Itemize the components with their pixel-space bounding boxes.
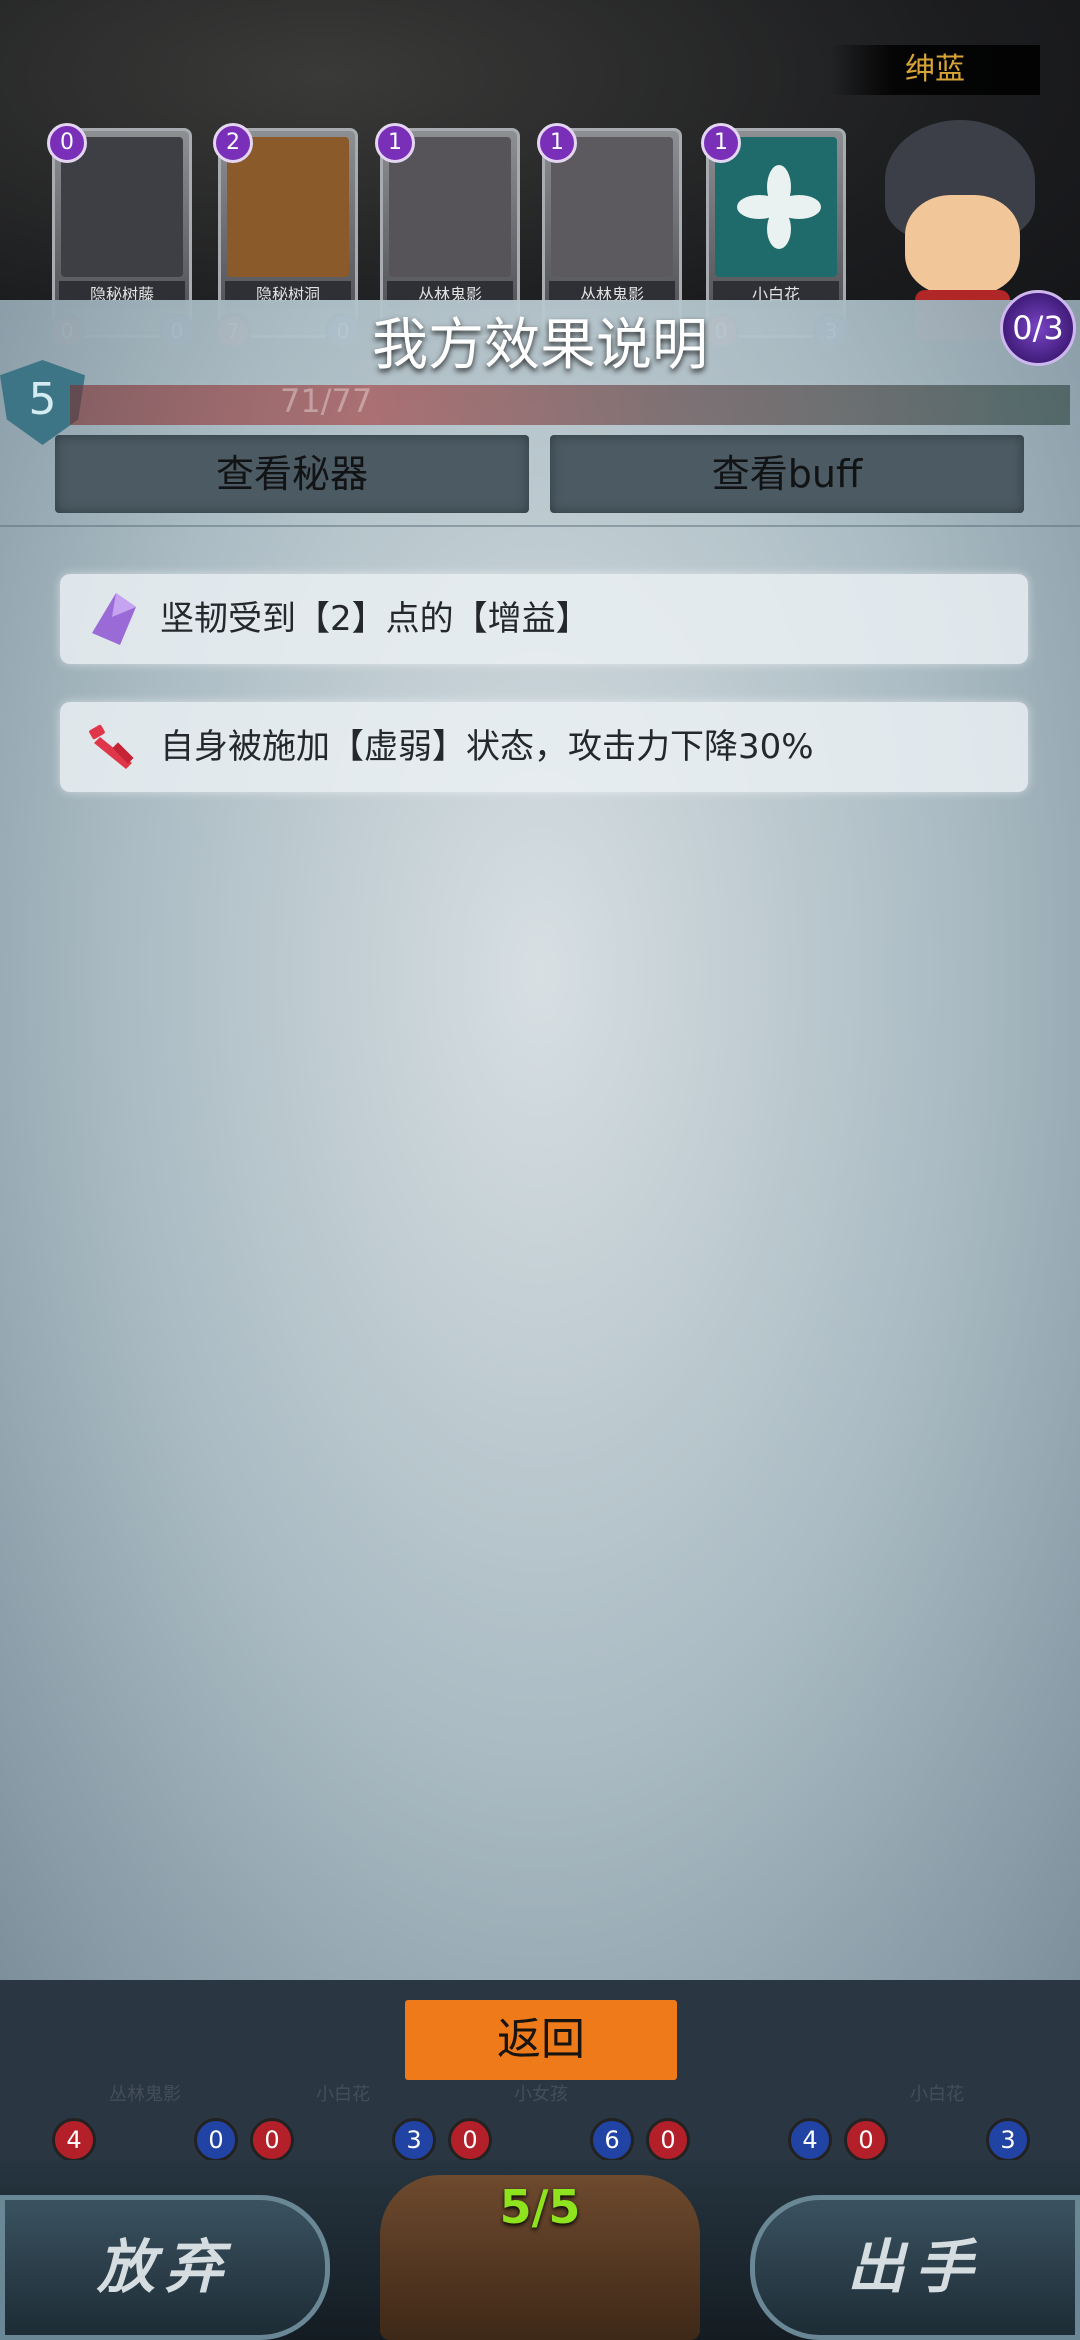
effect-text: 坚韧受到【2】点的【增益】 <box>160 599 590 639</box>
hero-face <box>905 195 1020 295</box>
hand-card-name: 小女孩 <box>514 2084 568 2105</box>
card-cost: 1 <box>537 123 577 163</box>
hand-card[interactable]: 丛林鬼影 4 0 <box>50 1980 240 2162</box>
card-health: 0 <box>194 2118 238 2162</box>
discard-button[interactable]: 放弃 <box>0 2195 330 2340</box>
hand-card-name: 小白花 <box>910 2084 964 2105</box>
deck-count: 5/5 <box>499 2180 581 2234</box>
card-cost: 1 <box>701 123 741 163</box>
card-health: 3 <box>986 2118 1030 2162</box>
view-buff-button[interactable]: 查看buff <box>550 435 1024 513</box>
hand-card-name: 丛林鬼影 <box>109 2084 181 2105</box>
card-health: 4 <box>788 2118 832 2162</box>
card-attack: 0 <box>448 2118 492 2162</box>
back-button[interactable]: 返回 <box>405 2000 677 2080</box>
mana-counter: 0/3 <box>1000 290 1076 366</box>
effect-text: 自身被施加【虚弱】状态，攻击力下降30% <box>160 727 814 767</box>
card-health: 6 <box>590 2118 634 2162</box>
shield-crystal-icon <box>92 593 136 645</box>
card-cost: 1 <box>375 123 415 163</box>
player-name: 绅蓝 <box>830 45 1040 95</box>
card-cost: 0 <box>47 123 87 163</box>
card-attack: 4 <box>52 2118 96 2162</box>
dialog-title: 我方效果说明 <box>372 313 708 378</box>
card-health: 3 <box>392 2118 436 2162</box>
card-cost: 2 <box>213 123 253 163</box>
health-text: 71/77 <box>280 382 373 420</box>
effect-item: 坚韧受到【2】点的【增益】 <box>60 574 1028 664</box>
effect-item: 自身被施加【虚弱】状态，攻击力下降30% <box>60 702 1028 792</box>
card-attack: 0 <box>646 2118 690 2162</box>
hand-card[interactable]: 小白花 0 3 <box>842 1980 1032 2162</box>
effects-dialog <box>0 300 1080 1980</box>
view-secrets-button[interactable]: 查看秘器 <box>55 435 529 513</box>
card-attack: 0 <box>250 2118 294 2162</box>
play-button[interactable]: 出手 <box>750 2195 1080 2340</box>
health-bar <box>70 385 1070 425</box>
hand-card-name: 小白花 <box>316 2084 370 2105</box>
card-attack: 0 <box>844 2118 888 2162</box>
broken-sword-icon <box>89 724 134 769</box>
divider <box>0 525 1080 527</box>
